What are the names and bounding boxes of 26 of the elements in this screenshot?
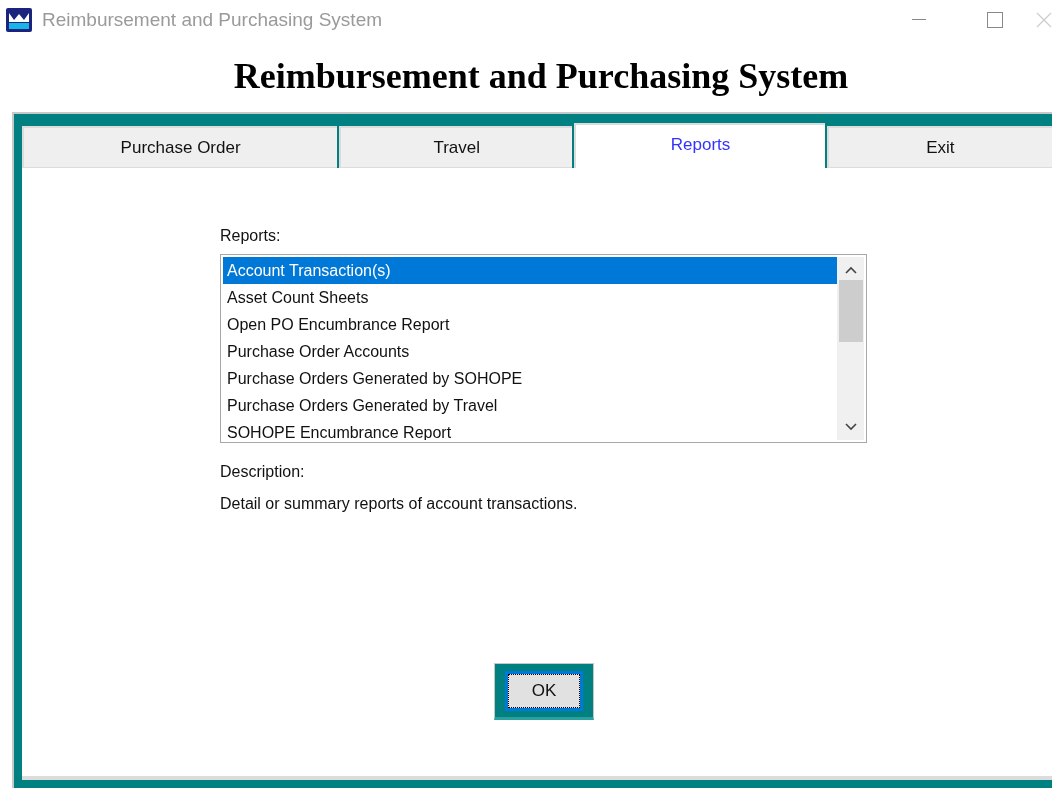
scrollbar[interactable]	[837, 257, 864, 440]
tab[interactable]: Exit	[826, 126, 1052, 168]
scroll-down-icon[interactable]	[844, 423, 857, 431]
tab[interactable]: Purchase Order	[22, 126, 338, 168]
list-item[interactable]: Purchase Orders Generated by SOHOPE	[223, 365, 837, 392]
list-item[interactable]: Open PO Encumbrance Report	[223, 311, 837, 338]
window-title: Reimbursement and Purchasing System	[42, 7, 383, 32]
tab[interactable]: Travel	[339, 126, 573, 168]
description-label: Description:	[220, 462, 306, 482]
close-icon	[1036, 12, 1052, 28]
scroll-up-icon[interactable]	[844, 266, 857, 274]
list-item[interactable]: Purchase Order Accounts	[223, 338, 837, 365]
list-item[interactable]: Asset Count Sheets	[223, 284, 837, 311]
page-heading: Reimbursement and Purchasing System	[232, 55, 849, 98]
minimize-icon	[912, 19, 926, 21]
maximize-icon	[987, 12, 1003, 28]
list-item[interactable]: Account Transaction(s)	[223, 257, 837, 284]
tab[interactable]: Reports	[574, 123, 825, 168]
description-text: Detail or summary reports of account transactions.	[220, 494, 579, 514]
ok-button[interactable]: OK	[505, 670, 583, 711]
list-item[interactable]: SOHOPE Encumbrance Report	[223, 419, 837, 440]
app-logo-icon	[6, 8, 32, 32]
reports-list[interactable]: Account Transaction(s) Asset Count Sheets Open PO Encumbrance Report Purchase Order Accounts Purchase Orders Generated by SOHOPE Purchase Orders Generated by Travel SOHOPE Encumbrance Report	[220, 254, 867, 443]
scroll-thumb[interactable]	[838, 280, 863, 342]
reports-label: Reports:	[220, 226, 282, 246]
list-item[interactable]: Purchase Orders Generated by Travel	[223, 392, 837, 419]
